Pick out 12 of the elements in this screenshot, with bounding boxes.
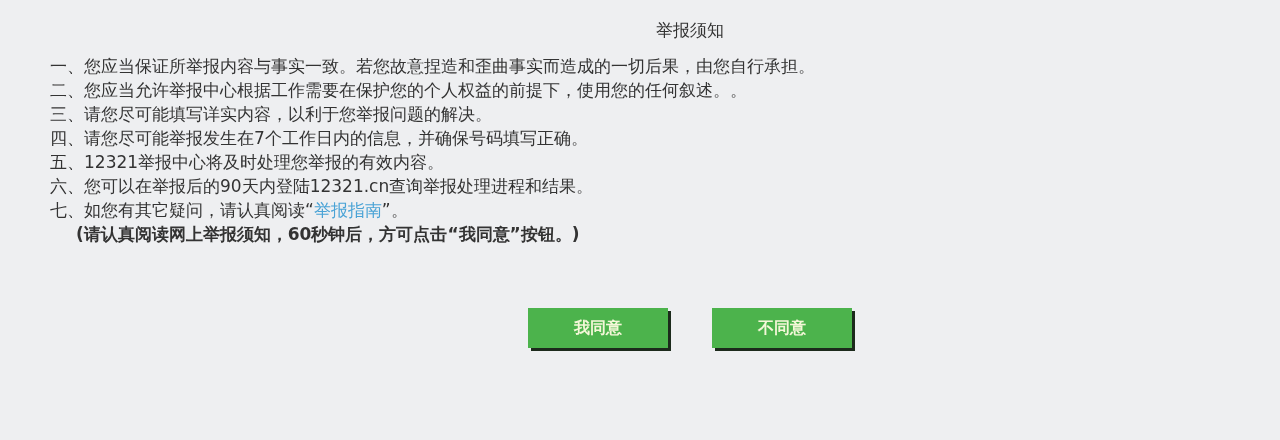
- notice-item: 三、请您尽可能填写详实内容，以利于您举报问题的解决。: [50, 102, 493, 126]
- guide-link[interactable]: 举报指南: [313, 199, 382, 220]
- notice-note: (请认真阅读网上举报须知，60秒钟后，方可点击“我同意”按钮。): [75, 222, 581, 246]
- notice-item: 四、请您尽可能举报发生在7个工作日内的信息，并确保号码填写正确。: [50, 126, 589, 150]
- notice-item: 七、如您有其它疑问，请认真阅读“举报指南”。: [50, 198, 409, 222]
- notice-item: 五、12321举报中心将及时处理您举报的有效内容。: [50, 150, 446, 174]
- agree-button[interactable]: 我同意: [528, 307, 668, 348]
- dialog-title: 举报须知: [655, 19, 725, 42]
- notice-item: 二、您应当允许举报中心根据工作需要在保护您的个人权益的前提下，使用您的任何叙述。。: [50, 78, 748, 102]
- notice-item: 六、您可以在举报后的90天内登陆12321.cn查询举报处理进程和结果。: [50, 174, 595, 198]
- notice-item: 一、您应当保证所举报内容与事实一致。若您故意捏造和歪曲事实而造成的一切后果，由您自行承担。: [50, 54, 816, 78]
- disagree-button[interactable]: 不同意: [712, 307, 852, 348]
